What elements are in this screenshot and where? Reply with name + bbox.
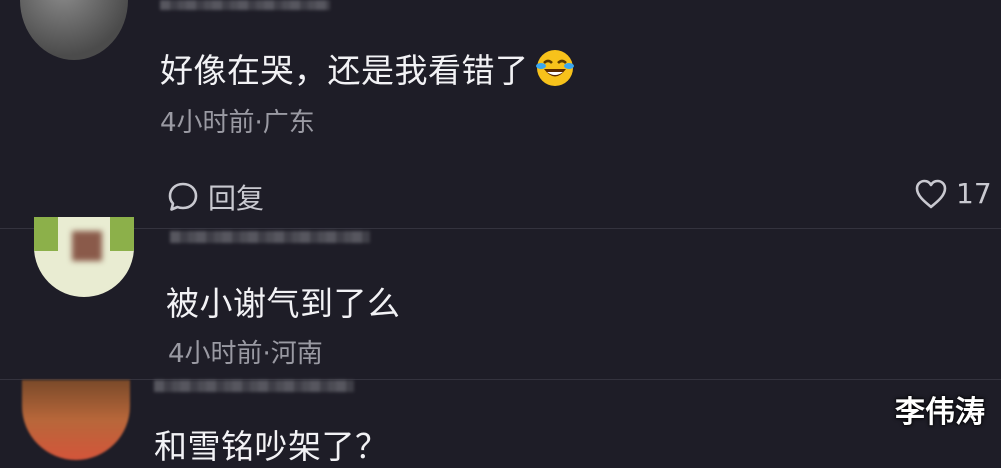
avatar[interactable] (20, 0, 128, 60)
avatar-ear-left (34, 217, 58, 251)
comment-item-3: 和雪铭吵架了？ (0, 380, 1001, 466)
heart-icon (915, 179, 947, 208)
avatar-face-blur (72, 231, 102, 261)
blurred-username (154, 380, 354, 392)
comment-text: 被小谢气到了么 (166, 284, 401, 323)
comment-text-content: 好像在哭，还是我看错了 (160, 51, 529, 90)
like-button[interactable]: 17 (914, 177, 992, 210)
comment-text: 和雪铭吵架了？ (154, 427, 389, 466)
avatar[interactable] (34, 217, 134, 297)
blurred-username (170, 231, 370, 243)
comment-item-1: 好像在哭，还是我看错了 4小时前·广东 回复 17 (0, 0, 1001, 228)
watermark: 李伟涛 (895, 395, 985, 430)
reply-label: 回复 (208, 182, 265, 215)
comment-text: 好像在哭，还是我看错了 (160, 44, 575, 92)
reply-button[interactable]: 回复 (166, 177, 264, 217)
avatar-ear-right (110, 217, 134, 251)
comment-bubble-icon (168, 182, 198, 211)
comment-item-2: 被小谢气到了么 4小时前·河南 (0, 217, 1001, 379)
blurred-username (160, 0, 330, 10)
comment-meta: 4小时前·河南 (168, 339, 323, 369)
laughing-tears-emoji-icon (535, 50, 574, 86)
comment-meta: 4小时前·广东 (160, 108, 315, 138)
like-count: 17 (956, 177, 992, 210)
avatar[interactable] (22, 380, 130, 460)
